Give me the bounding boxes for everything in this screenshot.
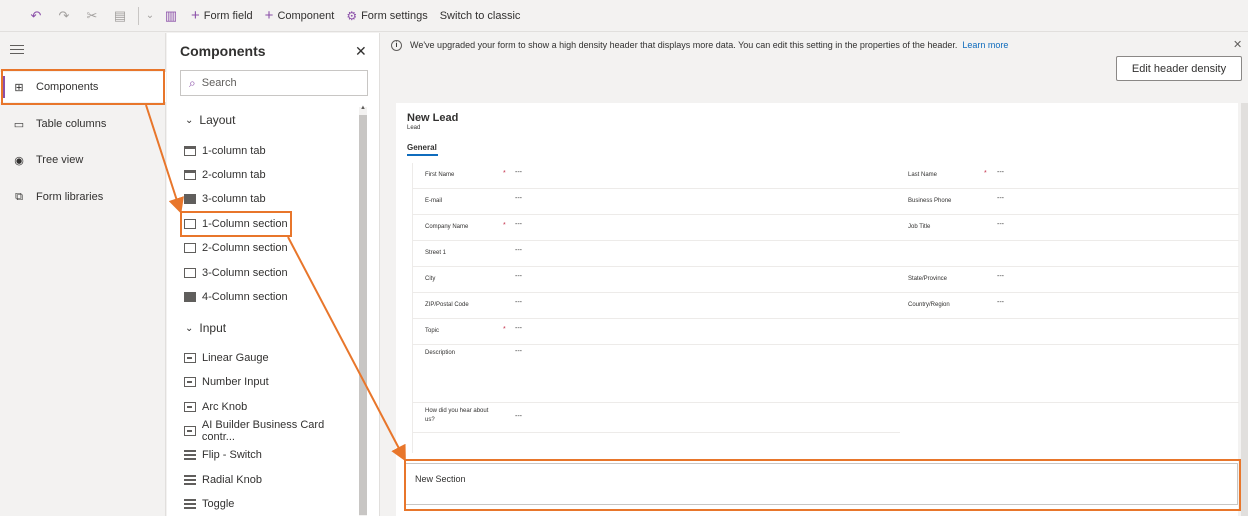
left-navigation: ⊞ Components ▭ Table columns ◉ Tree view… [0,33,166,516]
field-description[interactable]: Description --- [413,345,1239,403]
component-ai-builder-business-card[interactable]: AI Builder Business Card contr... [184,419,359,443]
list-control-icon [184,499,196,509]
component-1-column-tab[interactable]: 1-column tab [184,140,266,162]
field-company-name[interactable]: Company Name * --- [413,215,900,241]
plus-icon: + [191,7,200,24]
section-icon [184,268,196,278]
settings-icon: ⚙ [346,8,358,23]
paste-icon[interactable]: ▤ [106,4,134,28]
form-title: New Lead [407,112,459,124]
tree-view-icon: ◉ [14,154,24,167]
edit-header-density-button[interactable]: Edit header density [1116,56,1242,81]
close-icon[interactable]: ✕ [355,43,367,60]
field-how-did-you-hear[interactable]: How did you hear about us? --- [413,403,900,433]
component-2-column-tab[interactable]: 2-column tab [184,164,266,186]
cut-icon[interactable]: ✂ [78,4,106,28]
command-bar: ↶ ↷ ✂ ▤ ⌄ ▥ + Form field + Component ⚙ Form… [0,0,1248,32]
component-button[interactable]: + Component [259,4,341,28]
component-flip-switch[interactable]: Flip - Switch [184,444,262,466]
highlight-box-new-section [404,459,1241,511]
tab-icon [184,146,196,156]
tab-icon [184,170,196,180]
input-control-icon [184,377,196,387]
nav-item-table-columns[interactable]: ▭ Table columns [0,109,166,139]
form-settings-button[interactable]: ⚙ Form settings [340,4,433,28]
component-radial-knob[interactable]: Radial Knob [184,469,262,491]
form-libraries-icon: ⧉ [15,190,23,203]
field-city[interactable]: City --- [413,267,900,293]
component-arc-knob[interactable]: Arc Knob [184,396,247,418]
chevron-down-icon[interactable]: ⌄ [143,4,157,28]
component-linear-gauge[interactable]: Linear Gauge [184,347,269,369]
info-banner: i We've upgraded your form to show a hig… [381,33,1248,57]
field-email[interactable]: E-mail --- [413,189,900,215]
delete-icon[interactable]: ▥ [157,4,185,28]
form-preview: New Lead Lead General First Name * --- E… [396,103,1239,516]
panel-title: Components [180,43,266,59]
section-icon [184,292,196,302]
field-last-name[interactable]: Last Name * --- [900,163,1239,189]
undo-icon[interactable]: ↶ [22,4,50,28]
highlight-box-1-column-section [180,211,292,237]
component-toggle[interactable]: Toggle [184,493,234,515]
table-columns-icon: ▭ [13,118,25,131]
list-control-icon [184,475,196,485]
components-list: ⌄ Layout 1-column tab 2-column tab 3-col… [167,107,359,516]
canvas-scrollbar[interactable] [1241,103,1248,516]
toolbar-divider [138,6,139,25]
highlight-box-components [1,69,165,105]
group-header-input[interactable]: ⌄ Input [185,321,226,335]
chevron-down-icon: ⌄ [185,114,194,126]
field-business-phone[interactable]: Business Phone --- [900,189,1239,215]
field-country-region[interactable]: Country/Region --- [900,293,1239,319]
component-3-column-section[interactable]: 3-Column section [184,262,288,284]
form-field-button[interactable]: + Form field [185,4,259,28]
list-control-icon [184,450,196,460]
chevron-down-icon: ⌄ [185,322,194,334]
field-job-title[interactable]: Job Title --- [900,215,1239,241]
component-4-column-section[interactable]: 4-Column section [184,286,288,308]
nav-item-form-libraries[interactable]: ⧉ Form libraries [0,182,166,212]
input-control-icon [184,426,196,436]
field-topic[interactable]: Topic * --- [413,319,1239,345]
field-zip-postal-code[interactable]: ZIP/Postal Code --- [413,293,900,319]
component-3-column-tab[interactable]: 3-column tab [184,188,266,210]
form-canvas: i We've upgraded your form to show a hig… [381,33,1248,516]
tab-icon [184,194,196,204]
learn-more-link[interactable]: Learn more [962,40,1008,50]
tab-general[interactable]: General [407,143,437,152]
input-control-icon [184,353,196,363]
plus-icon: + [264,7,274,24]
group-header-layout[interactable]: ⌄ Layout [185,113,235,127]
hamburger-icon[interactable] [10,45,24,57]
redo-icon[interactable]: ↷ [50,4,78,28]
components-panel: Components ✕ ⌕ Search ⌄ Layout 1-column … [167,33,380,516]
tab-underline [407,154,438,156]
field-first-name[interactable]: First Name * --- [413,163,900,189]
section-icon [184,243,196,253]
field-state-province[interactable]: State/Province --- [900,267,1239,293]
search-input[interactable]: ⌕ Search [180,70,368,96]
field-street-1[interactable]: Street 1 --- [413,241,1239,267]
search-placeholder: Search [201,77,237,89]
switch-to-classic-button[interactable]: Switch to classic [434,4,527,28]
search-icon: ⌕ [189,75,196,90]
panel-scrollbar[interactable]: ▲ [359,105,367,516]
scrollbar-thumb[interactable] [359,115,367,515]
scroll-up-icon[interactable]: ▲ [360,105,366,111]
input-control-icon [184,402,196,412]
nav-item-tree-view[interactable]: ◉ Tree view [0,145,166,175]
general-section[interactable]: First Name * --- E-mail --- Company Name… [412,163,1239,453]
component-number-input[interactable]: Number Input [184,371,269,393]
form-entity: Lead [407,125,421,131]
component-2-column-section[interactable]: 2-Column section [184,237,288,259]
close-icon[interactable]: ✕ [1233,38,1242,51]
info-icon: i [391,39,402,51]
